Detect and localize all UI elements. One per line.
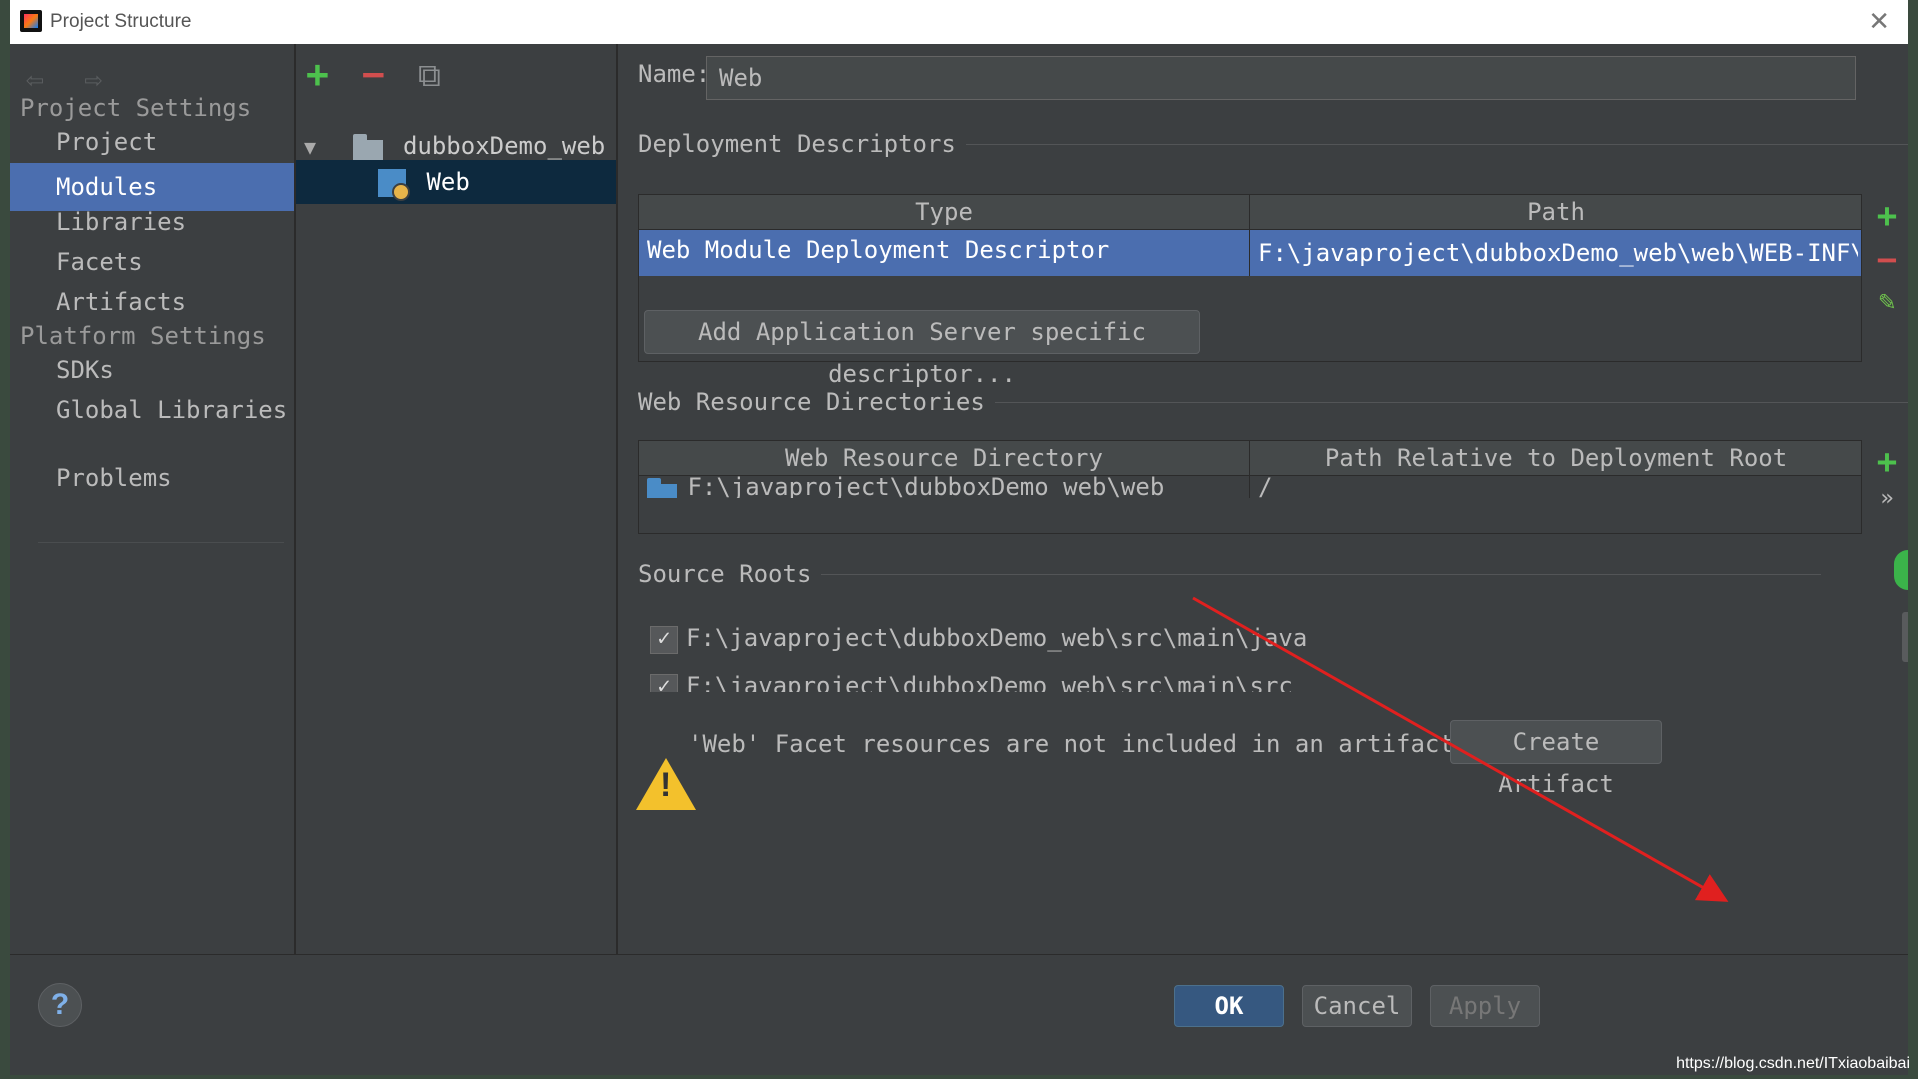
tree-node-web-facet[interactable]: Web [296, 160, 616, 204]
cancel-button[interactable]: Cancel [1302, 985, 1412, 1027]
history-buttons: ⇦ ⇨ [26, 62, 124, 97]
close-icon[interactable]: ✕ [1868, 6, 1890, 37]
nav-item-global-libraries[interactable]: Global Libraries [10, 386, 294, 434]
copy-icon[interactable]: ⧉ [418, 56, 441, 95]
nav-divider [38, 542, 284, 543]
source-root-checkbox[interactable]: ✓ [650, 674, 678, 692]
ok-button[interactable]: OK [1174, 985, 1284, 1027]
name-input[interactable] [706, 56, 1856, 100]
nav-item-artifacts[interactable]: Artifacts [10, 278, 294, 326]
deployment-descriptors-header: Deployment Descriptors [638, 130, 1908, 158]
project-structure-dialog: Project Structure ✕ ⇦ ⇨ Project Settings… [10, 0, 1908, 1075]
source-roots-header: Source Roots [638, 560, 1825, 588]
forward-arrow-icon[interactable]: ⇨ [84, 62, 102, 97]
source-root-checkbox[interactable]: ✓ [650, 626, 678, 654]
column-header-path[interactable]: Path [1249, 195, 1861, 229]
web-facet-icon [378, 169, 410, 201]
side-badge [1894, 550, 1908, 590]
table-row[interactable]: Web Module Deployment Descriptor F:\java… [639, 230, 1861, 276]
column-header-path-relative[interactable]: Path Relative to Deployment Root [1249, 441, 1861, 475]
dialog-footer: ? OK Cancel Apply [10, 954, 1908, 1075]
vertical-scrollbar[interactable] [1902, 612, 1908, 662]
add-resource-dir-icon[interactable]: + [1864, 442, 1908, 482]
source-roots-list: ✓ F:\javaproject\dubboxDemo_web\src\main… [638, 612, 1908, 692]
settings-nav: ⇦ ⇨ Project Settings Project Modules Lib… [10, 44, 296, 954]
nav-item-project[interactable]: Project [10, 118, 294, 166]
warning-icon [636, 758, 696, 810]
more-actions-icon[interactable]: » [1864, 486, 1908, 511]
title-bar: Project Structure ✕ [10, 0, 1908, 44]
table-row[interactable]: F:\javaproject\dubboxDemo_web\web / [639, 476, 1861, 498]
facet-editor: Name: Deployment Descriptors Type Path W… [618, 44, 1908, 954]
warning-message: 'Web' Facet resources are not included i… [688, 730, 1454, 758]
add-descriptor-icon[interactable]: + [1864, 196, 1908, 236]
name-label: Name: [638, 60, 711, 88]
remove-descriptor-icon[interactable]: − [1864, 240, 1908, 280]
remove-icon[interactable]: − [362, 52, 385, 96]
web-resource-directories-header: Web Resource Directories [638, 388, 1908, 416]
watermark: https://blog.csdn.net/ITxiaobaibai [1676, 1055, 1910, 1072]
column-header-type[interactable]: Type [639, 195, 1249, 229]
add-server-descriptor-button[interactable]: Add Application Server specific descript… [644, 310, 1200, 388]
window-title: Project Structure [50, 11, 192, 32]
expand-arrow-icon[interactable]: ▼ [304, 135, 316, 159]
module-folder-icon [352, 134, 383, 160]
web-folder-icon [647, 478, 677, 498]
column-header-web-resource-directory[interactable]: Web Resource Directory [639, 441, 1249, 475]
edit-pencil-icon[interactable]: ✎ [1864, 284, 1908, 317]
create-artifact-button[interactable]: Create Artifact [1450, 720, 1662, 798]
back-arrow-icon[interactable]: ⇦ [26, 62, 44, 97]
add-icon[interactable]: + [306, 52, 329, 96]
web-resource-directories-table: Web Resource Directory Path Relative to … [638, 440, 1862, 534]
apply-button[interactable]: Apply [1430, 985, 1540, 1027]
nav-item-problems[interactable]: Problems [10, 454, 294, 502]
help-icon[interactable]: ? [38, 983, 82, 1027]
intellij-logo-icon [20, 10, 42, 32]
module-tree-panel: + − ⧉ ▼ dubboxDemo_web Web [296, 44, 618, 954]
